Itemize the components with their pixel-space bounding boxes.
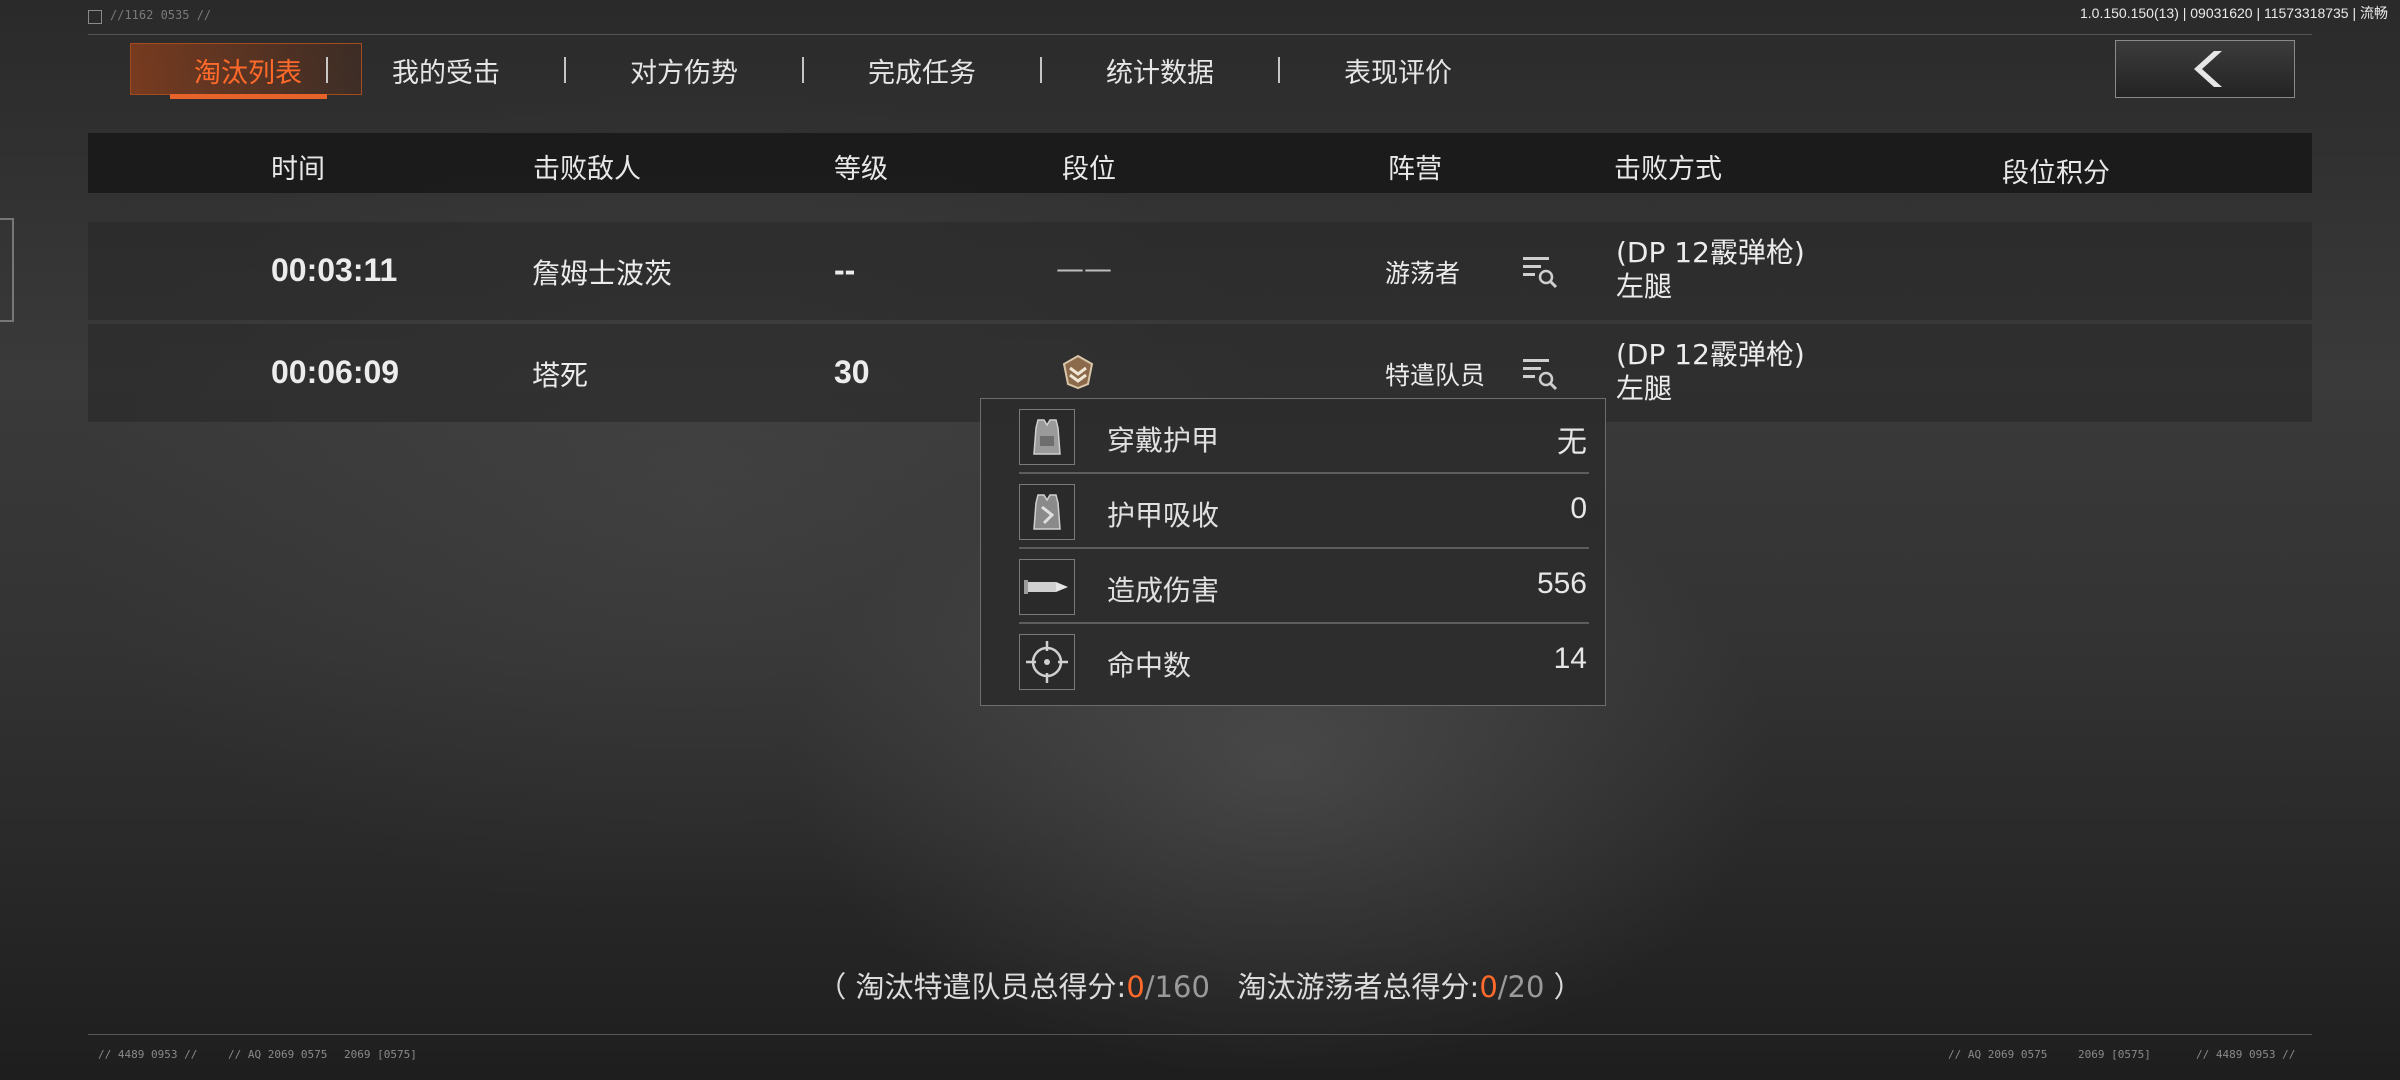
row-weapon: (DP 12霰弹枪) — [1616, 236, 1805, 269]
popup-row-hits: 命中数 14 — [981, 624, 1605, 699]
summary-agents-score: 0 — [1126, 970, 1145, 1004]
popup-label: 护甲吸收 — [1107, 499, 1220, 532]
bullet-icon — [1019, 559, 1075, 615]
view-details-button[interactable] — [1518, 249, 1562, 293]
popup-label: 造成伤害 — [1107, 574, 1220, 607]
footer-code: 2069 [0575] — [344, 1048, 417, 1061]
footer-code: // AQ 2069 0575 — [1948, 1048, 2048, 1061]
summary-wanderers-total: /20 — [1497, 970, 1545, 1004]
column-header-enemy: 击败敌人 — [533, 154, 641, 185]
left-bracket-decoration — [0, 218, 14, 322]
back-button[interactable] — [2115, 40, 2295, 98]
row-kill-method: (DP 12霰弹枪) 左腿 — [1616, 338, 1805, 406]
summary-agents-total: /160 — [1144, 970, 1210, 1004]
vest-icon — [1019, 409, 1075, 465]
armor-absorb-icon — [1019, 484, 1075, 540]
tab-label: 统计数据 — [1106, 57, 1214, 89]
footer-bar: // 4489 0953 // // AQ 2069 0575 2069 [05… — [88, 1046, 2312, 1064]
list-search-icon — [1523, 257, 1558, 289]
row-time: 00:06:09 — [271, 354, 400, 390]
row-level: 30 — [834, 354, 870, 390]
tab-my-hits[interactable]: 我的受击 — [328, 35, 564, 105]
tab-bar: 淘汰列表 我的受击 对方伤势 完成任务 统计数据 表现评价 — [90, 35, 1516, 105]
row-level: -- — [834, 252, 856, 288]
view-details-button[interactable] — [1518, 351, 1562, 395]
bottom-divider — [88, 1034, 2312, 1035]
tab-active-underline — [170, 94, 327, 99]
popup-label: 穿戴护甲 — [1107, 424, 1220, 457]
row-body-part: 左腿 — [1616, 372, 1673, 405]
row-enemy-name: 詹姆士波茨 — [532, 257, 673, 290]
tab-label: 表现评价 — [1344, 57, 1452, 89]
popup-row-armor-worn: 穿戴护甲 无 — [981, 399, 1605, 474]
row-faction: 游荡者 — [1385, 259, 1461, 288]
column-header-kill-method: 击败方式 — [1614, 154, 1722, 185]
column-header-level: 等级 — [834, 154, 888, 185]
table-row[interactable]: 00:03:11 詹姆士波茨 -- —— 游荡者 (DP 12霰弹枪) 左腿 — [88, 222, 2312, 320]
crosshair-icon — [1019, 634, 1075, 690]
summary-wanderers-score: 0 — [1479, 970, 1498, 1004]
column-header-faction: 阵营 — [1388, 154, 1442, 185]
row-rank: —— — [1056, 252, 1112, 285]
popup-value: 14 — [1553, 642, 1587, 675]
popup-row-damage: 造成伤害 556 — [981, 549, 1605, 624]
tab-elimination-list[interactable]: 淘汰列表 — [90, 35, 362, 105]
row-time: 00:03:11 — [271, 252, 398, 288]
popup-value: 无 — [1557, 426, 1587, 459]
footer-code: 2069 [0575] — [2078, 1048, 2151, 1061]
tab-performance[interactable]: 表现评价 — [1280, 35, 1516, 105]
row-weapon: (DP 12霰弹枪) — [1616, 338, 1805, 371]
column-header-rank-points: 段位积分 — [2002, 158, 2110, 189]
footer-code: // 4489 0953 // — [2196, 1048, 2296, 1061]
chevron-left-icon — [2194, 51, 2222, 87]
window-frame-icon — [88, 10, 102, 24]
rank-badge-icon — [1060, 354, 1096, 397]
row-faction: 特遣队员 — [1385, 361, 1486, 390]
details-popup: 穿戴护甲 无 护甲吸收 0 造成伤害 556 命中数 14 — [980, 398, 1606, 706]
summary-wanderers-label: 淘汰游荡者总得分: — [1237, 970, 1480, 1004]
list-search-icon — [1523, 359, 1558, 391]
row-body-part: 左腿 — [1616, 270, 1673, 303]
column-header-rank: 段位 — [1062, 154, 1116, 185]
popup-value: 0 — [1570, 492, 1587, 525]
column-header-time: 时间 — [271, 154, 325, 185]
footer-code: // 4489 0953 // — [98, 1048, 198, 1061]
version-info: 1.0.150.150(13) | 09031620 | 11573318735… — [2080, 5, 2388, 21]
summary-close-paren: ） — [1553, 970, 1583, 1004]
tab-completed-tasks[interactable]: 完成任务 — [804, 35, 1040, 105]
table-header: 时间 击败敌人 等级 段位 阵营 击败方式 段位积分 — [88, 133, 2312, 193]
popup-label: 命中数 — [1107, 649, 1192, 682]
summary-open-paren: （ — [817, 970, 847, 1004]
popup-value: 556 — [1536, 567, 1587, 600]
row-enemy-name: 塔死 — [532, 359, 589, 392]
tab-label: 我的受击 — [392, 57, 500, 89]
summary-agents-label: 淘汰特遣队员总得分: — [855, 970, 1127, 1004]
tab-label: 对方伤势 — [630, 57, 738, 89]
tab-enemy-injuries[interactable]: 对方伤势 — [566, 35, 802, 105]
row-kill-method: (DP 12霰弹枪) 左腿 — [1616, 236, 1805, 304]
footer-code: // AQ 2069 0575 — [228, 1048, 328, 1061]
top-code: //1162 0535 // — [110, 8, 212, 22]
tab-label: 淘汰列表 — [194, 57, 302, 89]
popup-row-armor-absorb: 护甲吸收 0 — [981, 474, 1605, 549]
tab-statistics[interactable]: 统计数据 — [1042, 35, 1278, 105]
score-summary: （ 淘汰特遣队员总得分:0/160 淘汰游荡者总得分:0/20 ） — [0, 964, 2400, 1006]
tab-label: 完成任务 — [868, 57, 976, 89]
